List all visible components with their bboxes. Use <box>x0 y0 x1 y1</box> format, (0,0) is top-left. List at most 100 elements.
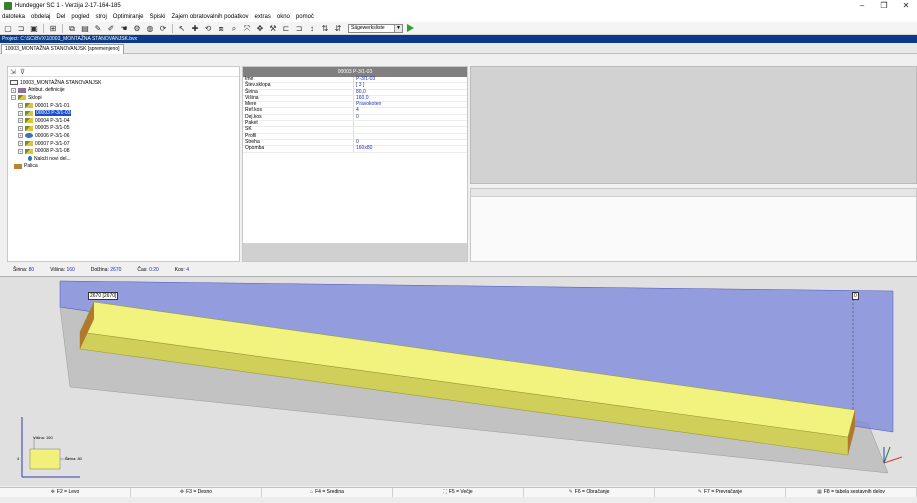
menu-okno[interactable]: okno <box>277 14 290 20</box>
property-row[interactable]: Opomba 160x80 <box>243 145 467 153</box>
expand-icon[interactable]: + <box>18 118 23 124</box>
menu-pomoc[interactable]: pomoč <box>296 14 314 20</box>
tree-attr[interactable]: + Atribut. definicije <box>8 87 239 95</box>
tree-item-selected[interactable]: + 00003 P-3/1-03 <box>8 109 239 117</box>
expand-icon[interactable]: + <box>18 110 23 116</box>
play-icon[interactable] <box>407 24 414 32</box>
beam-3d-render <box>21 280 903 478</box>
zoom-icon[interactable]: ⌕ <box>229 24 239 33</box>
property-value[interactable]: P-3/1-03 <box>354 76 467 82</box>
dim2-icon[interactable]: ⇅ <box>320 24 330 33</box>
pointer-icon[interactable]: ↖ <box>177 24 187 33</box>
status-value: 160 <box>66 266 75 273</box>
expand-icon[interactable]: + <box>18 103 23 109</box>
chevron-down-icon[interactable]: ▼ <box>394 24 402 32</box>
status-label: Čas: <box>137 266 148 273</box>
expand-icon[interactable]: + <box>18 133 23 139</box>
property-value[interactable]: [ 3 ] <box>354 82 467 88</box>
f5-button[interactable]: ⛶ F5 = Večje <box>393 488 524 497</box>
open-icon[interactable]: ⊐ <box>16 24 26 33</box>
f4-button[interactable]: ⌂ F4 = Sredina <box>262 488 393 497</box>
adjust-icon[interactable]: ⚙ <box>132 24 142 33</box>
pen2-icon[interactable]: ✐ <box>106 24 116 33</box>
tree-item[interactable]: + 00001 P-3/1-01 <box>8 102 239 110</box>
property-value[interactable] <box>354 134 467 139</box>
tools-icon[interactable]: ⚒ <box>268 24 278 33</box>
pen-icon[interactable]: ✎ <box>93 24 103 33</box>
split-icon[interactable]: ⊐ <box>294 24 304 33</box>
beam-icon <box>25 125 33 131</box>
collapse-icon[interactable]: − <box>11 95 16 101</box>
new-icon[interactable]: ▢ <box>3 24 13 33</box>
project-path-bar: Project: C:\SC\BVX\10003_MONTAŽNA STANOV… <box>0 35 917 43</box>
expand-icon[interactable]: + <box>18 141 23 147</box>
app-icon <box>4 2 12 10</box>
refresh-icon[interactable]: ⟳ <box>158 24 168 33</box>
cross-icon[interactable]: ✚ <box>190 24 200 33</box>
filter-icon[interactable]: ⊽ <box>20 68 25 76</box>
copy-icon[interactable]: ⧉ <box>67 24 77 33</box>
property-value[interactable]: 4 <box>354 108 467 114</box>
expand-icon[interactable]: + <box>18 125 23 131</box>
property-value[interactable]: 0 <box>354 114 467 120</box>
3d-viewport[interactable]: 2670 [2670] 0 Višina: 160 Širina: 80 4 3 <box>0 276 917 486</box>
f8-button[interactable]: ▦ F8 = tabela sestavnih delov <box>786 488 917 497</box>
expand-icon[interactable]: + <box>18 148 23 154</box>
menu-stroj[interactable]: stroj <box>95 14 106 20</box>
tree-item[interactable]: + 00007 P-3/1-07 <box>8 140 239 148</box>
tree-tool-icon[interactable]: ⇲ <box>10 68 16 76</box>
mini-visina-label: Višina: 160 <box>33 435 53 440</box>
tree-item[interactable]: + 00005 P-3/1-05 <box>8 125 239 133</box>
tree-item[interactable]: + 00006 P-3/1-06 <box>8 132 239 140</box>
paste-icon[interactable]: ▤ <box>80 24 90 33</box>
grid-icon[interactable]: ⊞ <box>48 24 58 33</box>
tree-sklopi[interactable]: − Sklopi <box>8 94 239 102</box>
menu-datoteka[interactable]: datoteka <box>2 14 25 20</box>
tree-root[interactable]: 10003_MONTAŽNA STANOVANJSK <box>8 79 239 87</box>
property-value[interactable]: 160x80 <box>354 145 467 151</box>
mini-sirina-label: Širina: 80 <box>65 456 82 461</box>
tree-item[interactable]: + 00004 P-3/1-04 <box>8 117 239 125</box>
tree-item-label: 00001 P-3/1-01 <box>35 102 70 109</box>
menu-del[interactable]: Del <box>56 14 65 20</box>
property-value[interactable]: 80,0 <box>354 89 467 95</box>
dim-icon[interactable]: ↕ <box>307 24 317 33</box>
property-value[interactable] <box>354 121 467 126</box>
menu-pogled[interactable]: pogled <box>71 14 89 20</box>
tab-project[interactable]: 10003_MONTAŽNA STANOVANJSK [spremenjeno] <box>1 44 124 54</box>
dim3-icon[interactable]: ⇵ <box>333 24 343 33</box>
tree-palica-label: Palica <box>24 163 38 170</box>
fit-icon[interactable]: ⤧ <box>242 24 252 33</box>
tree-new-item[interactable]: Naloži novi del... <box>8 155 239 163</box>
maximize-button[interactable]: ❐ <box>873 0 895 12</box>
close-button[interactable]: ✕ <box>895 0 917 12</box>
menu-spiski[interactable]: Spiski <box>149 14 165 20</box>
expand-icon[interactable]: + <box>11 87 16 93</box>
menu-obdelaj[interactable]: obdelaj <box>31 14 50 20</box>
menu-optimiranje[interactable]: Optimiranje <box>113 14 144 20</box>
rotate-icon[interactable]: ⟲ <box>203 24 213 33</box>
move-icon[interactable]: ✥ <box>255 24 265 33</box>
minimize-button[interactable]: – <box>851 0 873 12</box>
rod-icon <box>14 163 22 169</box>
f2-button[interactable]: ✥ F2 = Levo <box>0 488 131 497</box>
layers-icon[interactable]: ⧈ <box>216 24 226 33</box>
list-select[interactable]: Sägewerksliste ▼ <box>348 23 403 33</box>
property-value[interactable]: Pravokoten <box>354 101 467 107</box>
menu-zajem[interactable]: Zajem obratovalnih podatkov <box>171 14 248 20</box>
hand-icon[interactable]: ☚ <box>119 24 129 33</box>
f3-button[interactable]: ✥ F3 = Desno <box>131 488 262 497</box>
menu-extras[interactable]: extras <box>255 14 271 20</box>
globe-icon[interactable]: ◍ <box>145 24 155 33</box>
status-value: 80 <box>28 266 35 273</box>
status-cas: Čas: 0:20 <box>137 267 158 273</box>
status-sirina: Širina: 80 <box>13 267 34 273</box>
tree-item[interactable]: + 00008 P-3/1-08 <box>8 147 239 155</box>
save-icon[interactable]: ▣ <box>29 24 39 33</box>
tree-palica[interactable]: Palica <box>8 163 239 171</box>
toolbar: ▢ ⊐ ▣ ⊞ ⧉ ▤ ✎ ✐ ☚ ⚙ ◍ ⟳ ↖ ✚ ⟲ ⧈ ⌕ ⤧ ✥ ⚒ … <box>0 22 917 35</box>
property-value[interactable] <box>354 127 467 132</box>
join-icon[interactable]: ⊏ <box>281 24 291 33</box>
f6-button[interactable]: ✎ F6 = Obračanje <box>524 488 655 497</box>
f7-button[interactable]: ✎ F7 = Prevračanje <box>655 488 786 497</box>
